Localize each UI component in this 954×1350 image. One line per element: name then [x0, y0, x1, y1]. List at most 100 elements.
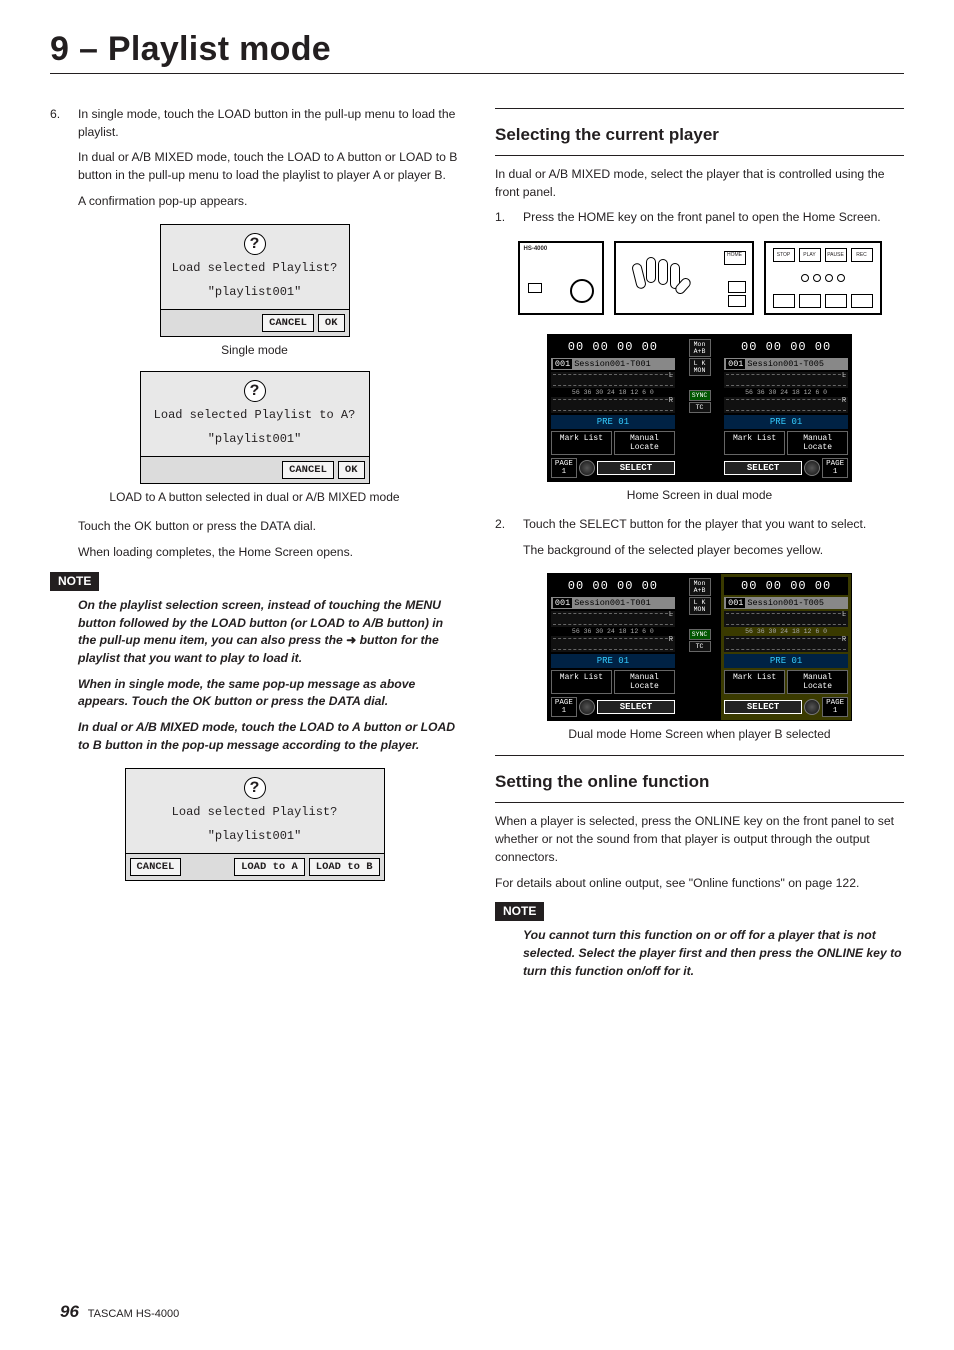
popup-load-ab: ? Load selected Playlist? "playlist001" … [125, 768, 385, 881]
step-list-current-2: 2. Touch the SELECT button for the playe… [495, 516, 904, 559]
chapter-title-bar: 9 – Playlist mode [50, 30, 904, 74]
home-key[interactable]: HOME [724, 251, 746, 265]
popup-button-row: CANCEL OK [161, 309, 349, 336]
mark-list-button[interactable]: Mark List [724, 670, 785, 694]
section-online-function: Setting the online function [495, 755, 904, 803]
mon-ab-button[interactable]: Mon A+B [689, 339, 711, 357]
player-b-pane: 00 00 00 00 001Session001-T005 L 56 36 3… [721, 335, 851, 481]
cancel-button[interactable]: CANCEL [130, 858, 182, 876]
device-model-label: HS-4000 [524, 246, 548, 252]
step-list-left: 6. In single mode, touch the LOAD button… [50, 106, 459, 210]
popup-text: Load selected Playlist? [167, 261, 343, 275]
page-footer: 96 TASCAM HS-4000 [60, 1302, 179, 1322]
caption-single-mode: Single mode [50, 343, 459, 357]
hand-icon [634, 257, 694, 303]
bottom-bar-b: SELECT PAGE1 [724, 697, 848, 717]
led-icon [825, 274, 833, 282]
select-button-b[interactable]: SELECT [724, 700, 802, 714]
tc-indicator: TC [689, 402, 711, 413]
step-content: Touch the SELECT button for the player t… [523, 516, 904, 559]
step-number: 2. [495, 516, 513, 559]
arrow-right-icon [346, 632, 356, 642]
mon-ab-button[interactable]: Mon A+B [689, 578, 711, 596]
data-dial-icon [570, 279, 594, 303]
aux-button[interactable] [851, 294, 873, 308]
note-label: NOTE [50, 572, 99, 591]
online-para2: For details about online output, see "On… [495, 875, 904, 893]
mark-list-button[interactable]: Mark List [724, 431, 785, 455]
meter-scale: 56 36 30 24 18 12 6 0 [551, 389, 675, 396]
section-current-player: Selecting the current player [495, 108, 904, 156]
product-name: TASCAM HS-4000 [88, 1308, 180, 1320]
track-b-name: Session001-T005 [747, 598, 824, 608]
track-a-num: 001 [553, 598, 572, 608]
popup-playlist-name: "playlist001" [147, 432, 363, 446]
meter-scale: 56 36 30 24 18 12 6 0 [551, 628, 675, 635]
note-block-right: NOTE You cannot turn this function on or… [495, 902, 904, 980]
step6-para1: In single mode, touch the LOAD button in… [78, 106, 459, 141]
figure-front-panel: HS-4000 HOME [495, 241, 904, 320]
meter-r: R [724, 636, 848, 652]
popup-text: Load selected Playlist? [132, 805, 378, 819]
meter-r: R [551, 397, 675, 413]
timecode-a: 00 00 00 00 [551, 338, 675, 356]
mark-list-button[interactable]: Mark List [551, 670, 612, 694]
manual-locate-button[interactable]: Manual Locate [787, 431, 848, 455]
question-icon: ? [244, 777, 266, 799]
meter-l: L [551, 611, 675, 627]
page-indicator: PAGE1 [822, 697, 848, 717]
cancel-button[interactable]: CANCEL [282, 461, 334, 479]
ok-button[interactable]: OK [318, 314, 345, 332]
select-button-a[interactable]: SELECT [597, 461, 675, 475]
lk-mon-button[interactable]: L K MON [689, 597, 711, 615]
caption-load-a: LOAD to A button selected in dual or A/B… [50, 490, 459, 504]
mark-list-button[interactable]: Mark List [551, 431, 612, 455]
track-a-num: 001 [553, 359, 572, 369]
jog-icon [804, 699, 820, 715]
aux-button[interactable] [825, 294, 847, 308]
note-block-left: NOTE On the playlist selection screen, i… [50, 572, 459, 755]
bottom-bar-b: SELECT PAGE1 [724, 458, 848, 478]
manual-locate-button[interactable]: Manual Locate [614, 670, 675, 694]
stop-button[interactable]: STOP [773, 248, 795, 262]
tc-indicator: TC [689, 641, 711, 652]
select-button-b[interactable]: SELECT [724, 461, 802, 475]
step-content: Press the HOME key on the front panel to… [523, 209, 904, 227]
load-to-a-button[interactable]: LOAD to A [234, 858, 305, 876]
step-list-current: 1. Press the HOME key on the front panel… [495, 209, 904, 227]
device-row: HS-4000 HOME [518, 241, 882, 315]
cancel-button[interactable]: CANCEL [262, 314, 314, 332]
ok-button[interactable]: OK [338, 461, 365, 479]
timecode-b: 00 00 00 00 [724, 338, 848, 356]
meter-l: L [724, 611, 848, 627]
player-a-pane: 00 00 00 00 001Session001-T001 L 56 36 3… [548, 574, 678, 720]
aux-button[interactable] [799, 294, 821, 308]
aux-button[interactable] [773, 294, 795, 308]
lk-mon-button[interactable]: L K MON [689, 358, 711, 376]
timecode-b: 00 00 00 00 [724, 577, 848, 595]
meter-r: R [551, 636, 675, 652]
figure-home-dual: 00 00 00 00 001Session001-T001 L 56 36 3… [495, 334, 904, 482]
rec-button[interactable]: REC [851, 248, 873, 262]
page-indicator: PAGE1 [822, 458, 848, 478]
card-slot-icon [528, 283, 542, 293]
player-b-pane-selected: 00 00 00 00 001Session001-T005 L 56 36 3… [721, 574, 851, 720]
popup-load-to-a: ? Load selected Playlist to A? "playlist… [140, 371, 370, 484]
note-body: You cannot turn this function on or off … [523, 927, 904, 980]
pause-button[interactable]: PAUSE [825, 248, 847, 262]
meter-l: L [551, 372, 675, 388]
play-button[interactable]: PLAY [799, 248, 821, 262]
manual-locate-button[interactable]: Manual Locate [787, 670, 848, 694]
load-to-b-button[interactable]: LOAD to B [309, 858, 380, 876]
small-buttons-b: Mark List Manual Locate [724, 431, 848, 455]
page-indicator: PAGE1 [551, 697, 577, 717]
step-1: 1. Press the HOME key on the front panel… [495, 209, 904, 227]
step6-para2: In dual or A/B MIXED mode, touch the LOA… [78, 149, 459, 184]
figure-popup-load-ab: ? Load selected Playlist? "playlist001" … [50, 768, 459, 881]
popup-load-single: ? Load selected Playlist? "playlist001" … [160, 224, 350, 337]
online-note: You cannot turn this function on or off … [523, 927, 904, 980]
track-b: 001Session001-T005 [724, 358, 848, 370]
transport-panel: STOP PLAY PAUSE REC [764, 241, 882, 315]
select-button-a[interactable]: SELECT [597, 700, 675, 714]
manual-locate-button[interactable]: Manual Locate [614, 431, 675, 455]
